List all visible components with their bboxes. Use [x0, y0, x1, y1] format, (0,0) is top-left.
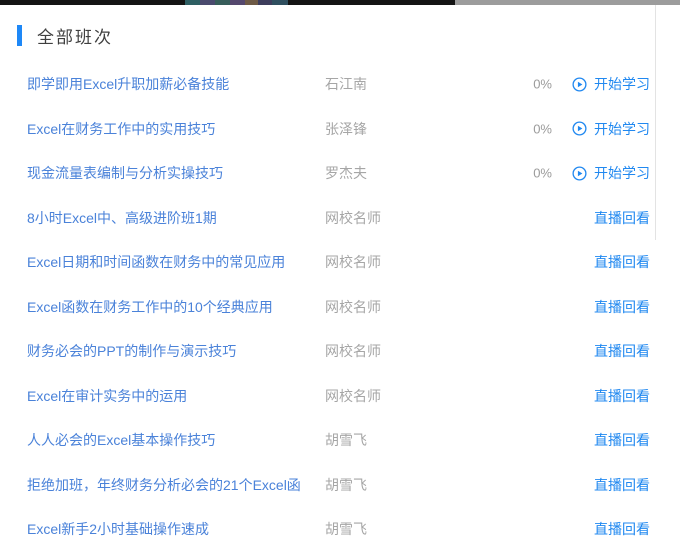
- action-label: 直播回看: [594, 387, 650, 404]
- course-row: Excel在财务工作中的实用技巧 张泽锋 0% 开始学习: [0, 107, 680, 152]
- action-link[interactable]: 直播回看: [594, 475, 650, 495]
- course-row: 拒绝加班，年终财务分析必会的21个Excel函 胡雪飞 直播回看: [0, 463, 680, 508]
- action-label: 直播回看: [594, 432, 650, 449]
- action-link[interactable]: 开始学习: [572, 119, 650, 139]
- instructor-name: 胡雪飞: [325, 521, 367, 538]
- banner-sliver-segment: [288, 0, 455, 5]
- course-title-link[interactable]: 财务必会的PPT的制作与演示技巧: [27, 341, 236, 361]
- course-title-link[interactable]: Excel日期和时间函数在财务中的常见应用: [27, 252, 285, 272]
- banner-sliver-segment: [0, 0, 185, 5]
- instructor-name: 胡雪飞: [325, 476, 367, 493]
- action-label: 开始学习: [594, 165, 650, 182]
- course-row: Excel在审计实务中的运用 网校名师 直播回看: [0, 374, 680, 419]
- instructor-name: 罗杰夫: [325, 165, 367, 182]
- instructor-name: 胡雪飞: [325, 432, 367, 449]
- course-title-link[interactable]: Excel在审计实务中的运用: [27, 386, 187, 406]
- top-banner-sliver: [0, 0, 680, 5]
- instructor-name: 网校名师: [325, 298, 381, 315]
- course-row: 财务必会的PPT的制作与演示技巧 网校名师 直播回看: [0, 329, 680, 374]
- action-label: 开始学习: [594, 120, 650, 137]
- action-link[interactable]: 直播回看: [594, 341, 650, 361]
- play-circle-icon: [572, 77, 587, 92]
- action-link[interactable]: 直播回看: [594, 297, 650, 317]
- banner-sliver-segment: [455, 0, 680, 5]
- header-accent-bar: [17, 25, 22, 46]
- action-label: 直播回看: [594, 343, 650, 360]
- course-title-link[interactable]: Excel函数在财务工作中的10个经典应用: [27, 297, 273, 317]
- instructor-name: 网校名师: [325, 254, 381, 271]
- banner-sliver-segment: [215, 0, 230, 5]
- action-label: 直播回看: [594, 298, 650, 315]
- course-title-link[interactable]: Excel在财务工作中的实用技巧: [27, 119, 215, 139]
- play-circle-icon: [572, 166, 587, 181]
- instructor-name: 网校名师: [325, 343, 381, 360]
- instructor-name: 张泽锋: [325, 120, 367, 137]
- action-label: 直播回看: [594, 254, 650, 271]
- course-title-link[interactable]: 拒绝加班，年终财务分析必会的21个Excel函: [27, 475, 301, 495]
- instructor-name: 网校名师: [325, 209, 381, 226]
- action-link[interactable]: 直播回看: [594, 386, 650, 406]
- action-link[interactable]: 开始学习: [572, 163, 650, 183]
- section-title: 全部班次: [37, 28, 113, 47]
- instructor-name: 网校名师: [325, 387, 381, 404]
- course-row: 现金流量表编制与分析实操技巧 罗杰夫 0% 开始学习: [0, 151, 680, 196]
- action-label: 直播回看: [594, 209, 650, 226]
- course-list: 即学即用Excel升职加薪必备技能 石江南 0% 开始学习 Excel在财务工作…: [0, 62, 680, 549]
- course-row: Excel新手2小时基础操作速成 胡雪飞 直播回看: [0, 507, 680, 549]
- course-title-link[interactable]: Excel新手2小时基础操作速成: [27, 519, 209, 539]
- progress-percent: 0%: [533, 165, 552, 181]
- action-link[interactable]: 直播回看: [594, 430, 650, 450]
- instructor-name: 石江南: [325, 76, 367, 93]
- banner-sliver-segment: [230, 0, 245, 5]
- course-panel: 全部班次 即学即用Excel升职加薪必备技能 石江南 0% 开始学习 Excel…: [0, 0, 680, 549]
- course-row: Excel日期和时间函数在财务中的常见应用 网校名师 直播回看: [0, 240, 680, 285]
- banner-sliver-segment: [258, 0, 272, 5]
- banner-sliver-segment: [200, 0, 215, 5]
- action-link[interactable]: 直播回看: [594, 519, 650, 539]
- action-label: 直播回看: [594, 476, 650, 493]
- course-row: 8小时Excel中、高级进阶班1期 网校名师 直播回看: [0, 196, 680, 241]
- banner-sliver-segment: [245, 0, 258, 5]
- course-title-link[interactable]: 8小时Excel中、高级进阶班1期: [27, 208, 217, 228]
- action-label: 开始学习: [594, 76, 650, 93]
- play-circle-icon: [572, 121, 587, 136]
- action-link[interactable]: 直播回看: [594, 252, 650, 272]
- course-row: 即学即用Excel升职加薪必备技能 石江南 0% 开始学习: [0, 62, 680, 107]
- progress-percent: 0%: [533, 76, 552, 92]
- action-link[interactable]: 直播回看: [594, 208, 650, 228]
- banner-sliver-segment: [272, 0, 288, 5]
- course-title-link[interactable]: 人人必会的Excel基本操作技巧: [27, 430, 215, 450]
- action-link[interactable]: 开始学习: [572, 74, 650, 94]
- course-title-link[interactable]: 现金流量表编制与分析实操技巧: [27, 163, 223, 183]
- action-label: 直播回看: [594, 521, 650, 538]
- section-header: 全部班次: [17, 23, 113, 48]
- progress-percent: 0%: [533, 121, 552, 137]
- banner-sliver-segment: [185, 0, 200, 5]
- course-row: Excel函数在财务工作中的10个经典应用 网校名师 直播回看: [0, 285, 680, 330]
- course-title-link[interactable]: 即学即用Excel升职加薪必备技能: [27, 74, 229, 94]
- course-row: 人人必会的Excel基本操作技巧 胡雪飞 直播回看: [0, 418, 680, 463]
